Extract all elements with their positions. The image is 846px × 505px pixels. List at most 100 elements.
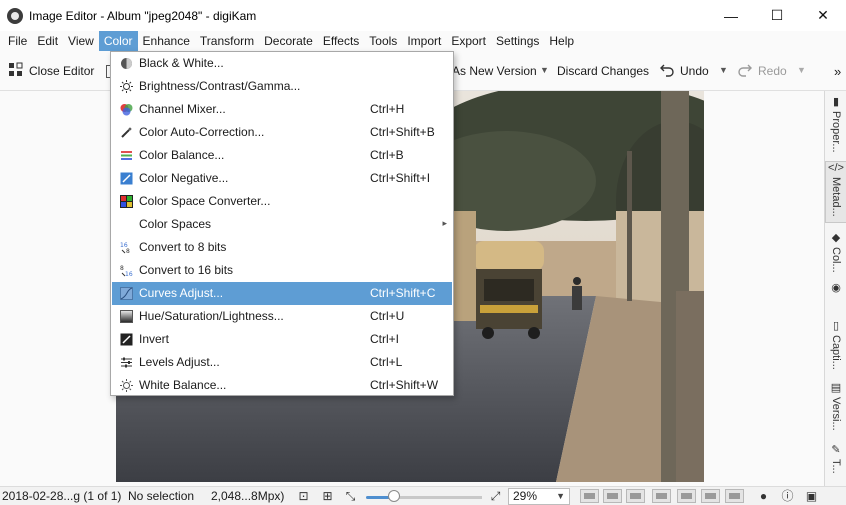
zoom-slider-handle[interactable] bbox=[388, 490, 400, 502]
menu-item-color-auto-correction[interactable]: Color Auto-Correction... Ctrl+Shift+B bbox=[112, 121, 452, 144]
menu-item-hue-saturation-lightness[interactable]: Hue/Saturation/Lightness... Ctrl+U bbox=[112, 305, 452, 328]
menu-item-color-spaces[interactable]: Color Spaces ▸ bbox=[112, 213, 452, 236]
menu-item-label: Brightness/Contrast/Gamma... bbox=[139, 79, 301, 93]
tab-colors[interactable]: ◆ Col... bbox=[825, 231, 846, 273]
discard-changes-button[interactable]: Discard Changes bbox=[557, 51, 649, 91]
view-mode-button-1[interactable] bbox=[580, 489, 599, 503]
svg-text:8: 8 bbox=[126, 248, 130, 254]
zoom-fit-window-icon[interactable]: ⤢ bbox=[488, 489, 503, 503]
menu-item-brightness-contrast-gamma[interactable]: Brightness/Contrast/Gamma... bbox=[112, 75, 452, 98]
zoom-value: 29% bbox=[513, 489, 538, 503]
save-as-new-version-button[interactable]: As New Version bbox=[452, 51, 537, 91]
menu-item-channel-mixer[interactable]: Channel Mixer... Ctrl+H bbox=[112, 98, 452, 121]
menu-item-label: Convert to 8 bits bbox=[139, 240, 227, 254]
tab-versions-label: Versi... bbox=[830, 397, 842, 431]
menu-item-white-balance[interactable]: White Balance... Ctrl+Shift+W bbox=[112, 374, 452, 397]
redo-label: Redo bbox=[758, 64, 787, 78]
svg-text:16: 16 bbox=[125, 271, 133, 277]
menu-edit[interactable]: Edit bbox=[32, 31, 63, 51]
close-window-button[interactable]: ✕ bbox=[800, 0, 846, 31]
menu-item-color-negative[interactable]: Color Negative... Ctrl+Shift+I bbox=[112, 167, 452, 190]
tab-metadata[interactable]: </> Metad... bbox=[825, 161, 846, 223]
menu-item-label: White Balance... bbox=[139, 378, 227, 392]
view-mode-button-2[interactable] bbox=[603, 489, 622, 503]
view-mode-button-6[interactable] bbox=[701, 489, 720, 503]
white-balance-icon bbox=[120, 379, 133, 392]
view-mode-button-3[interactable] bbox=[626, 489, 645, 503]
menu-tools[interactable]: Tools bbox=[364, 31, 402, 51]
tools-icon: ✎ bbox=[831, 444, 841, 456]
menu-item-color-space-converter[interactable]: Color Space Converter... bbox=[112, 190, 452, 213]
tab-versions[interactable]: ▤ Versi... bbox=[825, 381, 846, 431]
discard-dropdown-icon[interactable]: ▼ bbox=[540, 65, 549, 75]
tab-metadata-label: Metad... bbox=[830, 177, 842, 217]
zoom-slider[interactable] bbox=[366, 496, 482, 499]
menu-view[interactable]: View bbox=[63, 31, 99, 51]
menu-item-label: Curves Adjust... bbox=[139, 286, 224, 300]
color-balance-icon bbox=[120, 149, 133, 162]
menu-item-color-balance[interactable]: Color Balance... Ctrl+B bbox=[112, 144, 452, 167]
versions-icon: ▤ bbox=[830, 382, 842, 394]
view-mode-button-7[interactable] bbox=[725, 489, 744, 503]
menu-color[interactable]: Color bbox=[98, 31, 138, 51]
menu-file[interactable]: File bbox=[3, 31, 32, 51]
menu-item-curves-adjust[interactable]: Curves Adjust... Ctrl+Shift+C bbox=[112, 282, 452, 305]
tab-captions[interactable]: ▯ Capti... bbox=[825, 319, 846, 370]
menu-effects[interactable]: Effects bbox=[318, 31, 364, 51]
menu-item-label: Black & White... bbox=[139, 56, 224, 70]
menu-bar: File Edit View Color Enhance Transform D… bbox=[0, 31, 846, 51]
minimize-button[interactable]: — bbox=[708, 0, 754, 31]
save-as-new-label: As New Version bbox=[452, 64, 537, 78]
overexposure-indicator-icon[interactable]: ⓘ bbox=[780, 489, 795, 503]
color-managed-view-icon[interactable]: ▣ bbox=[804, 489, 819, 503]
tab-properties[interactable]: ▮ Proper... bbox=[825, 95, 846, 153]
close-editor-button[interactable]: Close Editor bbox=[8, 51, 94, 91]
title-bar: Image Editor - Album "jpeg2048" - digiKa… bbox=[0, 0, 846, 31]
maximize-button[interactable]: ☐ bbox=[754, 0, 800, 31]
menu-item-black-white[interactable]: Black & White... bbox=[112, 52, 452, 75]
zoom-combo[interactable]: 29% ▼ bbox=[508, 488, 570, 505]
menu-item-label: Color Balance... bbox=[139, 148, 225, 162]
hsl-icon bbox=[120, 310, 133, 323]
view-mode-button-5[interactable] bbox=[677, 489, 696, 503]
menu-item-levels-adjust[interactable]: Levels Adjust... Ctrl+L bbox=[112, 351, 452, 374]
menu-export[interactable]: Export bbox=[446, 31, 491, 51]
menu-transform[interactable]: Transform bbox=[195, 31, 259, 51]
undo-dropdown-icon[interactable]: ▼ bbox=[719, 65, 728, 75]
tab-tools[interactable]: ✎ T... bbox=[825, 443, 846, 474]
menu-enhance[interactable]: Enhance bbox=[138, 31, 195, 51]
invert-icon bbox=[120, 333, 133, 346]
menu-item-shortcut: Ctrl+I bbox=[370, 332, 400, 346]
geolocation-icon: ◉ bbox=[831, 282, 841, 294]
redo-dropdown-icon[interactable]: ▼ bbox=[797, 65, 806, 75]
menu-item-invert[interactable]: Invert Ctrl+I bbox=[112, 328, 452, 351]
menu-help[interactable]: Help bbox=[544, 31, 579, 51]
tab-geolocation[interactable]: ◉ bbox=[825, 281, 846, 297]
metadata-icon: </> bbox=[828, 162, 844, 174]
toolbar-overflow-button[interactable]: » bbox=[834, 51, 841, 91]
menu-item-label: Levels Adjust... bbox=[139, 355, 220, 369]
channel-mixer-icon bbox=[120, 103, 133, 116]
menu-import[interactable]: Import bbox=[402, 31, 446, 51]
menu-item-convert-8-bits[interactable]: 16 8 Convert to 8 bits bbox=[112, 236, 452, 259]
bw-icon bbox=[120, 57, 133, 70]
underexposure-indicator-icon[interactable]: ● bbox=[756, 489, 771, 503]
menu-item-convert-16-bits[interactable]: 8 16 Convert to 16 bits bbox=[112, 259, 452, 282]
view-mode-button-4[interactable] bbox=[652, 489, 671, 503]
convert-16bit-icon: 8 16 bbox=[120, 264, 133, 278]
undo-button[interactable]: Undo bbox=[660, 51, 709, 91]
menu-item-shortcut: Ctrl+Shift+I bbox=[370, 171, 431, 185]
redo-button[interactable]: Redo bbox=[738, 51, 787, 91]
auto-correction-icon bbox=[120, 126, 133, 139]
undo-label: Undo bbox=[680, 64, 709, 78]
menu-decorate[interactable]: Decorate bbox=[259, 31, 318, 51]
digikam-logo-icon bbox=[7, 7, 23, 24]
submenu-arrow-icon: ▸ bbox=[442, 218, 447, 228]
grid-icon bbox=[8, 62, 23, 80]
discard-label: Discard Changes bbox=[557, 64, 650, 78]
zoom-100-icon[interactable]: ⊞ bbox=[320, 489, 335, 503]
menu-settings[interactable]: Settings bbox=[491, 31, 544, 51]
zoom-fit-icon[interactable]: ⊡ bbox=[296, 489, 311, 503]
zoom-to-selection-icon[interactable]: ⤡ bbox=[343, 489, 358, 503]
menu-item-shortcut: Ctrl+Shift+C bbox=[370, 286, 436, 300]
